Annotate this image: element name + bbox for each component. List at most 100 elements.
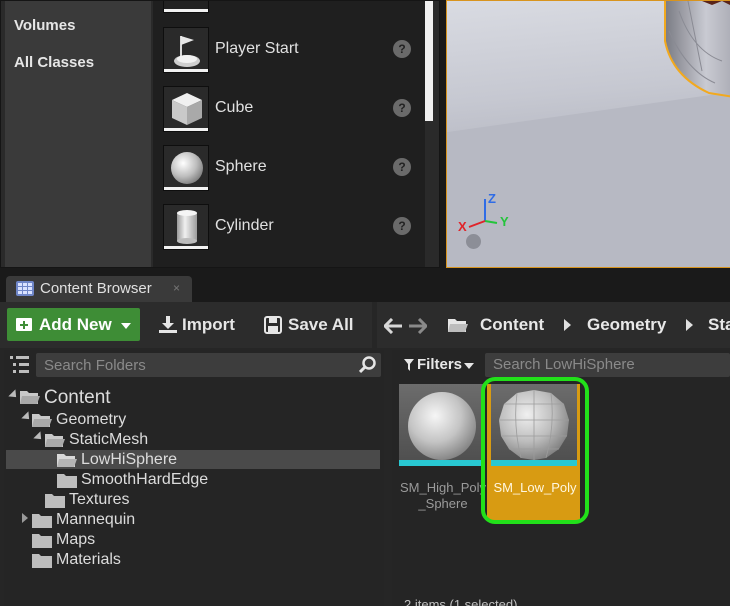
item-label: Sphere [215, 158, 267, 175]
viewport-help-icon[interactable] [466, 234, 481, 249]
tree-item-label: Geometry [56, 411, 127, 428]
list-item-cube[interactable]: Cube ? [161, 86, 419, 134]
back-arrow-icon[interactable] [384, 318, 404, 334]
sphere-icon [163, 145, 209, 191]
filters-button[interactable]: Filters [400, 353, 480, 377]
breadcrumb-staticmesh[interactable]: Sta [708, 315, 730, 335]
save-all-label: Save All [288, 315, 354, 334]
list-item-player-start[interactable]: Player Start ? [161, 27, 419, 75]
actor-thumbnail [163, 1, 209, 13]
folder-open-icon [32, 414, 52, 427]
tree-item-content[interactable]: Content [20, 387, 140, 409]
sources-panel-toggle-icon[interactable] [9, 355, 31, 375]
folder-icon [32, 514, 52, 528]
tab-content-browser[interactable]: Content Browser × [6, 276, 192, 302]
list-item-partial[interactable] [161, 1, 419, 15]
cube-icon [163, 86, 209, 132]
tree-item-label: Content [44, 387, 111, 408]
help-icon[interactable]: ? [393, 158, 411, 176]
asset-search-input[interactable]: Search LowHiSphere [485, 353, 730, 377]
asset-name-line1: SM_High_Poly [400, 480, 486, 495]
tab-label: Content Browser [40, 280, 152, 297]
category-all-classes[interactable]: All Classes [14, 54, 94, 71]
cylinder-icon [163, 204, 209, 250]
axis-y-label: Y [500, 214, 509, 229]
folder-search-input[interactable]: Search Folders [36, 353, 381, 377]
breadcrumb-content[interactable]: Content [480, 315, 544, 335]
tree-item-label: Maps [56, 531, 96, 548]
list-item-sphere[interactable]: Sphere ? [161, 145, 419, 193]
help-icon[interactable]: ? [393, 99, 411, 117]
tree-item-materials[interactable]: Materials [32, 550, 152, 570]
save-icon [264, 316, 282, 334]
content-browser-icon [16, 281, 34, 296]
tree-item-mannequin[interactable]: Mannequin [32, 510, 162, 530]
folder-open-icon [57, 454, 77, 467]
tree-item-geometry[interactable]: Geometry [32, 410, 152, 430]
add-new-button[interactable]: Add New [7, 308, 140, 341]
save-all-button[interactable]: Save All [260, 308, 365, 341]
add-new-label: Add New [39, 315, 112, 334]
import-label: Import [182, 315, 235, 334]
player-start-icon [163, 27, 209, 73]
folder-icon [57, 474, 77, 488]
tree-item-label: StaticMesh [69, 431, 149, 448]
folder-open-icon [20, 391, 40, 404]
axis-z-label: Z [488, 191, 496, 206]
folder-open-icon [45, 434, 65, 447]
breadcrumb-geometry[interactable]: Geometry [587, 315, 666, 335]
folder-icon [32, 554, 52, 568]
help-icon[interactable]: ? [393, 217, 411, 235]
filters-label: Filters [417, 356, 463, 373]
import-icon [159, 316, 177, 333]
item-label: Player Start [215, 40, 299, 57]
level-viewport[interactable]: Z Y X [446, 0, 730, 268]
forward-arrow-icon[interactable] [407, 318, 427, 334]
import-button[interactable]: Import [154, 308, 244, 341]
item-label: Cube [215, 99, 254, 116]
breadcrumb [377, 302, 730, 348]
tree-item-label: Mannequin [56, 511, 136, 528]
tree-item-staticmesh[interactable]: StaticMesh [45, 430, 175, 450]
place-actors-list: Player Start ? Cube ? Sphere ? Cylinder … [153, 1, 425, 267]
place-actors-panel: Volumes All Classes Player Start ? Cube … [0, 0, 440, 268]
tree-item-maps[interactable]: Maps [32, 530, 152, 550]
scrollbar-thumb[interactable] [425, 1, 433, 121]
folder-search-placeholder: Search Folders [44, 357, 146, 374]
asset-search-placeholder: Search LowHiSphere [493, 356, 635, 373]
tree-item-lowhisphere[interactable]: LowHiSphere [57, 450, 197, 470]
axis-x-label: X [458, 219, 467, 234]
tree-item-smoothhardedge[interactable]: SmoothHardEdge [57, 470, 217, 490]
folder-open-icon [448, 319, 468, 332]
place-actors-categories: Volumes All Classes [5, 1, 151, 267]
tree-item-textures[interactable]: Textures [45, 490, 165, 510]
tree-item-label: Textures [69, 491, 130, 508]
tree-item-label: SmoothHardEdge [81, 471, 209, 488]
breadcrumb-separator-icon[interactable] [686, 319, 693, 331]
add-folder-icon [16, 318, 32, 331]
asset-type-bar [399, 460, 485, 466]
category-volumes[interactable]: Volumes [14, 17, 75, 34]
highlight-ring [481, 377, 589, 524]
asset-name: SM_High_Poly _Sphere [393, 480, 493, 512]
chevron-down-icon [464, 363, 474, 369]
asset-thumbnail [399, 384, 485, 464]
breadcrumb-separator-icon[interactable] [564, 319, 571, 331]
chevron-down-icon [121, 323, 131, 329]
folder-icon [32, 534, 52, 548]
asset-name-line2: _Sphere [418, 496, 468, 511]
asset-tile-sm-high-poly-sphere[interactable]: SM_High_Poly _Sphere [399, 384, 486, 516]
status-text: 2 items (1 selected) [404, 597, 518, 606]
collapse-arrow-icon[interactable] [22, 513, 28, 523]
filter-icon [404, 359, 414, 371]
search-icon [359, 356, 376, 374]
tree-item-label: Materials [56, 551, 121, 568]
tree-item-label: LowHiSphere [81, 451, 178, 468]
list-item-cylinder[interactable]: Cylinder ? [161, 204, 419, 252]
place-actors-scrollbar[interactable] [425, 1, 435, 267]
help-icon[interactable]: ? [393, 40, 411, 58]
close-icon[interactable]: × [173, 281, 180, 295]
item-label: Cylinder [215, 217, 274, 234]
folder-icon [45, 494, 65, 508]
axis-gizmo: Z Y X [455, 191, 515, 236]
